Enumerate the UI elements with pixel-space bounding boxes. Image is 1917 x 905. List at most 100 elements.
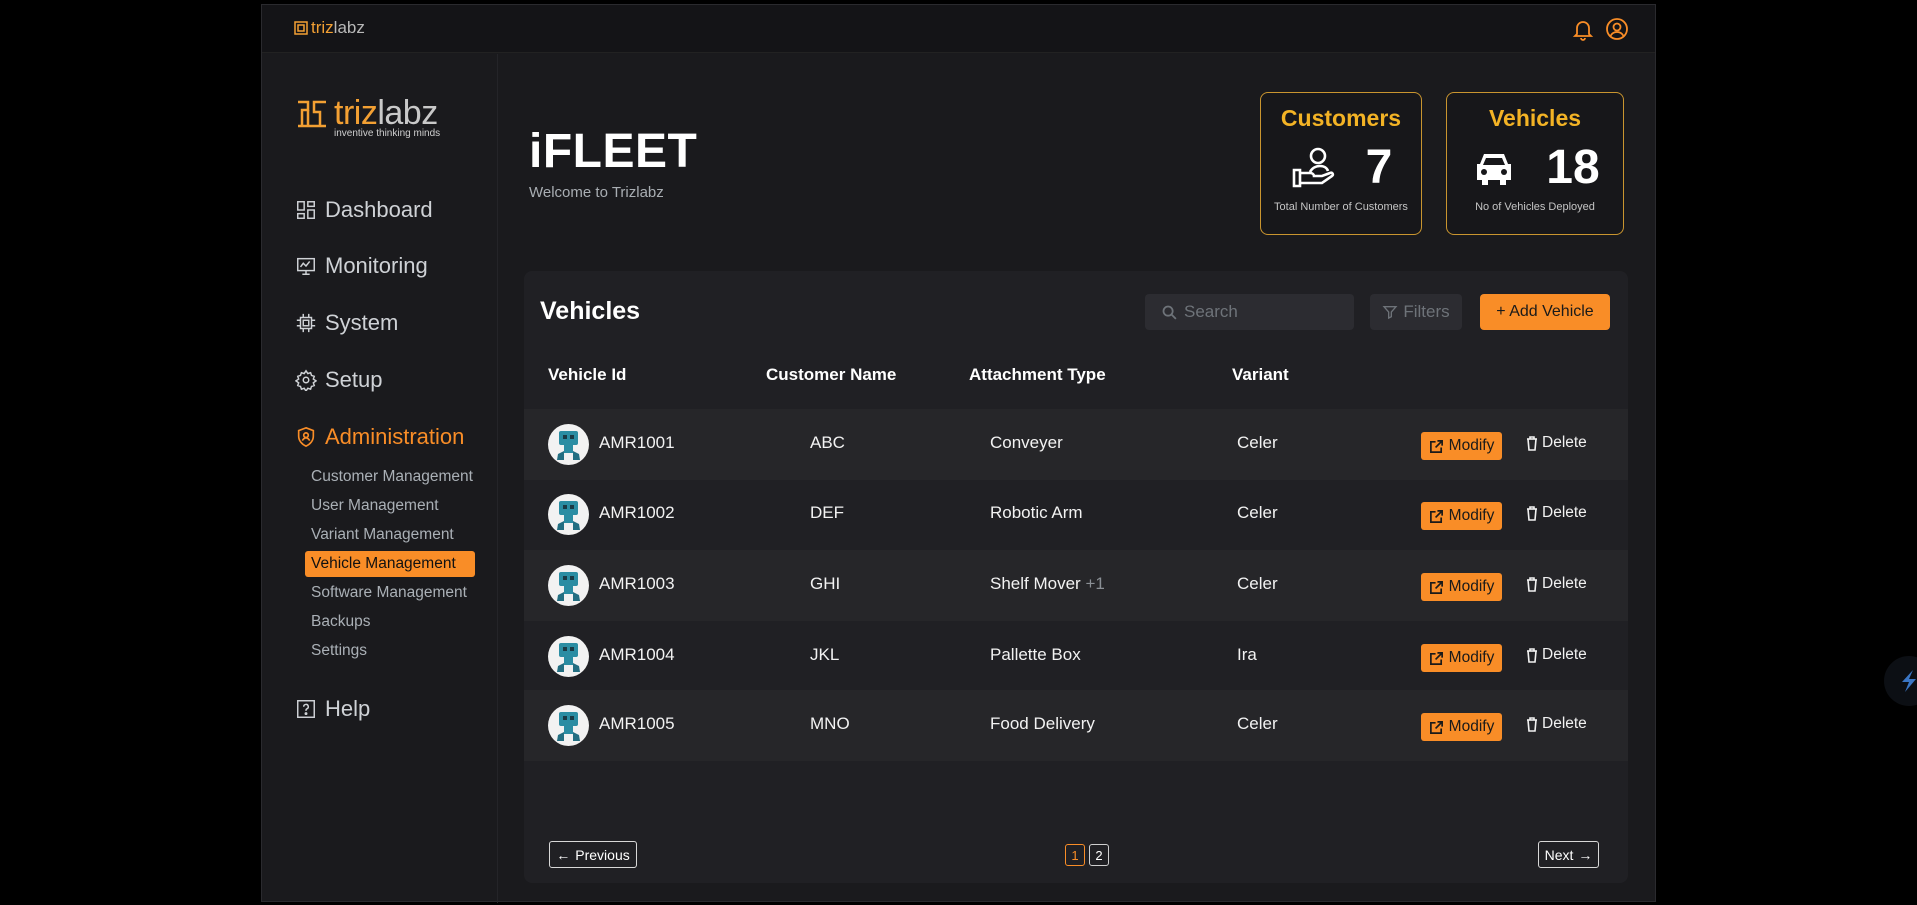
delete-button[interactable]: Delete [1526,434,1587,452]
modify-button[interactable]: Modify [1421,644,1502,672]
main-content: iFLEET Welcome to Trizlabz Customers 7 T… [499,54,1656,903]
edit-icon [1429,720,1443,734]
page-button-1[interactable]: 1 [1065,844,1085,866]
search-box[interactable] [1145,294,1354,330]
gear-icon [295,369,317,391]
user-circle-icon[interactable] [1605,17,1629,41]
next-label: Next [1544,846,1574,863]
delete-button[interactable]: Delete [1526,715,1587,733]
vehicles-count: 18 [1546,141,1600,194]
attachment-type: Food Delivery [990,714,1095,734]
app-window: trizlabz trizlabz inventive thinking min… [261,4,1656,903]
modify-button[interactable]: Modify [1421,432,1502,460]
vehicle-id: AMR1005 [599,714,675,733]
modify-label: Modify [1448,507,1495,524]
submenu-customer-management[interactable]: Customer Management [305,462,475,491]
submenu-variant-management[interactable]: Variant Management [305,520,475,549]
attachment-type-label: Pallette Box [990,645,1081,664]
delete-button[interactable]: Delete [1526,646,1587,664]
robot-avatar-icon [548,705,589,746]
attachment-extra-count: +1 [1085,574,1105,593]
attachment-type: Robotic Arm [990,503,1083,523]
nav-setup-label: Setup [325,367,383,392]
robot-avatar-icon [548,424,589,465]
customer-name: GHI [810,574,841,593]
nav-help[interactable]: Help [295,696,370,722]
variant: Ira [1237,645,1257,664]
nav-monitoring-label: Monitoring [325,253,428,278]
nav-dashboard-label: Dashboard [325,197,433,222]
robot-avatar-icon [548,494,589,535]
logo-mark-icon [294,21,308,35]
search-input[interactable] [1184,302,1344,322]
delete-label: Delete [1542,434,1587,451]
submenu-user-management[interactable]: User Management [305,491,475,520]
submenu-software-management[interactable]: Software Management [305,578,475,607]
previous-button[interactable]: ← Previous [549,841,637,868]
delete-button[interactable]: Delete [1526,575,1587,593]
add-vehicle-button[interactable]: + Add Vehicle [1480,294,1610,330]
table-row: AMR1004 JKL Pallette Box Ira Modify Dele… [524,621,1628,692]
modify-button[interactable]: Modify [1421,502,1502,530]
delete-button[interactable]: Delete [1526,504,1587,522]
trash-icon [1527,716,1537,732]
previous-label: Previous [575,846,630,863]
attachment-type-label: Robotic Arm [990,503,1083,522]
modify-button[interactable]: Modify [1421,713,1502,741]
nav-system[interactable]: System [295,310,398,336]
search-icon [1162,305,1177,320]
edit-icon [1429,439,1443,453]
administration-submenu: Customer Management User Management Vari… [305,462,475,665]
submenu-vehicle-management[interactable]: Vehicle Management [305,551,475,577]
nav-administration[interactable]: Administration [295,424,464,450]
delete-label: Delete [1542,504,1587,521]
variant: Celer [1237,574,1278,593]
brand-part1: triz [311,18,334,37]
customers-count: 7 [1365,141,1393,194]
attachment-type-label: Shelf Mover [990,574,1081,593]
customers-stat-title: Customers [1280,105,1402,131]
nav-dashboard[interactable]: Dashboard [295,197,433,223]
trash-icon [1527,576,1537,592]
variant: Celer [1237,714,1278,733]
customer-name: DEF [810,503,844,522]
submenu-backups[interactable]: Backups [305,607,475,636]
help-icon [297,700,315,718]
pagination: 1 2 [1065,844,1109,866]
nav-system-label: System [325,310,399,335]
chip-icon [296,313,316,333]
floating-action-button[interactable] [1884,656,1917,706]
nav-administration-label: Administration [325,424,465,449]
brand-tagline: inventive thinking minds [334,128,441,139]
submenu-settings[interactable]: Settings [305,636,475,665]
filters-button[interactable]: Filters [1370,294,1462,330]
arrow-right-icon: → [1578,846,1593,863]
column-vehicle-id: Vehicle Id [548,365,627,384]
vehicle-id: AMR1003 [599,574,675,593]
attachment-type-label: Food Delivery [990,714,1095,733]
sidebar: trizlabz inventive thinking minds Dashbo… [262,54,498,903]
brand-part2: labz [377,94,438,132]
shield-user-icon [297,426,315,448]
car-icon [1477,153,1512,185]
page-button-2[interactable]: 2 [1089,844,1109,866]
arrow-left-icon: ← [556,846,571,863]
table-row: AMR1003 GHI Shelf Mover +1 Celer Modify … [524,550,1628,621]
top-bar: trizlabz [262,5,1655,53]
attachment-type: Shelf Mover +1 [990,574,1105,594]
column-attachment-type: Attachment Type [969,365,1106,384]
nav-monitoring[interactable]: Monitoring [295,253,428,279]
next-button[interactable]: Next → [1538,841,1599,868]
trash-icon [1527,435,1537,451]
panel-title: Vehicles [540,297,641,325]
customer-name: ABC [810,433,845,452]
grid-icon [297,201,315,219]
brand-logo-small: trizlabz [294,18,365,38]
modify-button[interactable]: Modify [1421,573,1502,601]
nav-setup[interactable]: Setup [295,367,383,393]
bell-icon[interactable] [1571,17,1595,41]
edit-icon [1429,651,1443,665]
variant: Celer [1237,433,1278,452]
customer-name: JKL [810,645,840,664]
vehicle-id: AMR1002 [599,503,675,522]
